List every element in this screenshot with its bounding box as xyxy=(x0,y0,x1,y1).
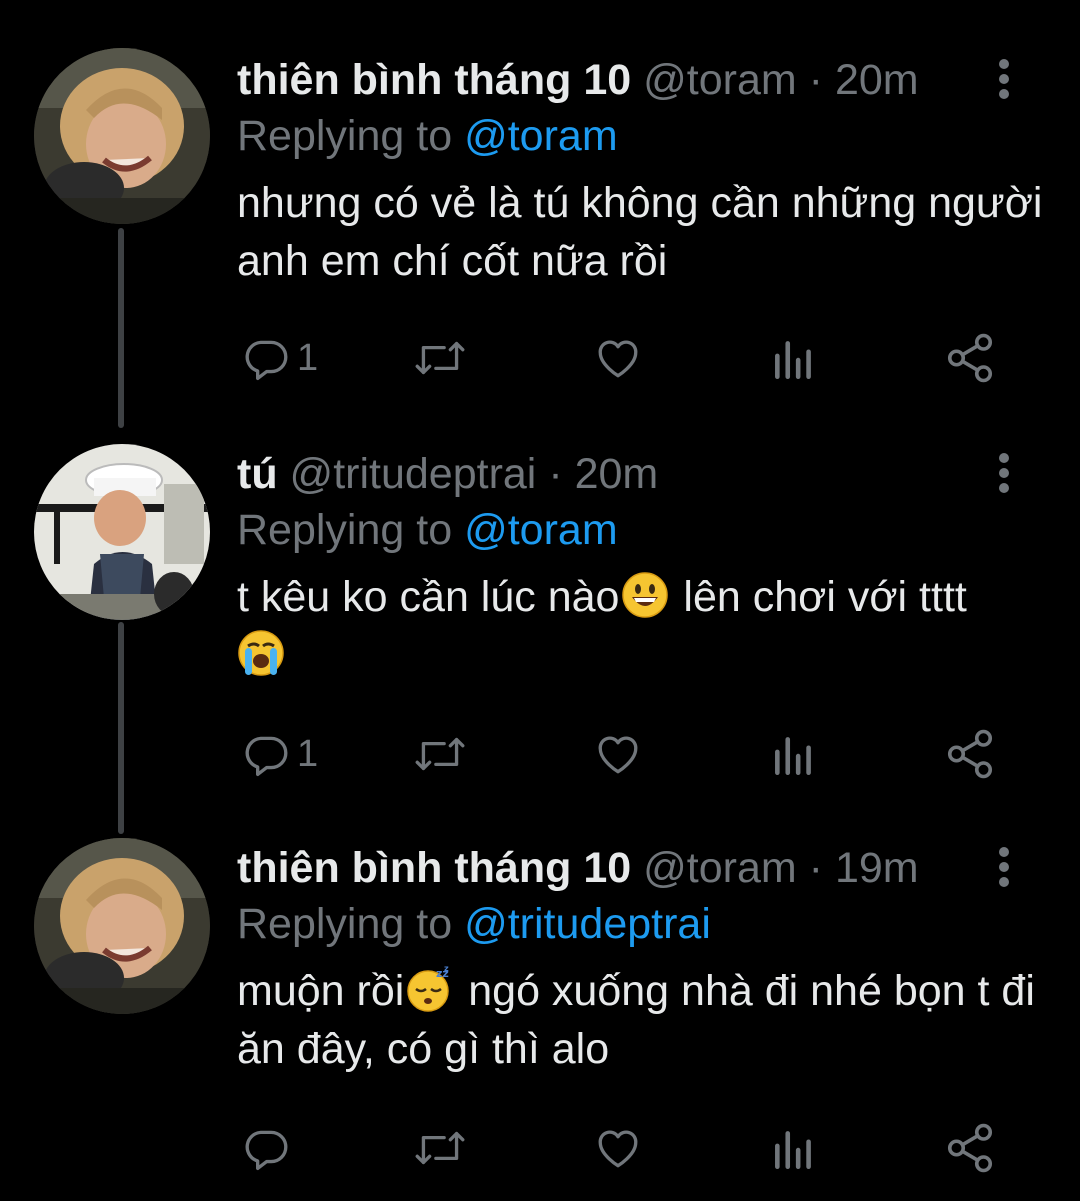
tweet-header: tú @tritudeptrai · 20m xyxy=(237,444,658,504)
analytics-button[interactable] xyxy=(771,1118,817,1178)
share-button[interactable] xyxy=(943,1118,997,1178)
display-name[interactable]: thiên bình tháng 10 xyxy=(237,844,631,892)
like-button[interactable] xyxy=(593,1118,643,1178)
reply-button[interactable] xyxy=(241,1118,297,1178)
separator-dot: · xyxy=(808,844,823,892)
separator-dot: · xyxy=(548,450,563,498)
like-icon xyxy=(593,333,643,383)
retweet-button[interactable] xyxy=(411,328,469,388)
avatar[interactable] xyxy=(34,48,210,224)
replying-to-handle[interactable]: @toram xyxy=(464,506,618,554)
like-icon xyxy=(593,729,643,779)
share-button[interactable] xyxy=(943,724,997,784)
retweet-icon xyxy=(411,1123,469,1173)
retweet-icon xyxy=(411,729,469,779)
replying-to-label: Replying to xyxy=(237,506,465,554)
analytics-icon xyxy=(771,1123,817,1173)
tweet-text-part: t kêu ko cần lúc nào xyxy=(237,573,620,621)
replying-to: Replying to @tritudeptrai xyxy=(237,896,711,952)
analytics-icon xyxy=(771,333,817,383)
reply-count: 1 xyxy=(297,336,319,379)
tweet-actions xyxy=(237,1118,1017,1178)
user-handle[interactable]: @toram xyxy=(643,844,797,892)
timestamp[interactable]: 20m xyxy=(835,56,919,104)
user-handle[interactable]: @toram xyxy=(643,56,797,104)
reply-button[interactable]: 1 xyxy=(241,724,318,784)
avatar[interactable] xyxy=(34,444,210,620)
more-icon[interactable] xyxy=(996,56,1012,102)
timestamp[interactable]: 19m xyxy=(835,844,919,892)
replying-to-label: Replying to xyxy=(237,900,465,948)
tweet-actions: 1 xyxy=(237,724,1017,784)
share-icon xyxy=(943,727,997,781)
tweet-text: nhưng có vẻ là tú không cần những người … xyxy=(237,174,1047,290)
reply-icon xyxy=(241,333,291,383)
like-button[interactable] xyxy=(593,724,643,784)
svg-text:z: z xyxy=(444,965,449,973)
share-icon xyxy=(943,1121,997,1175)
display-name[interactable]: thiên bình tháng 10 xyxy=(237,56,631,104)
loudly-crying-face-icon xyxy=(237,629,285,677)
tweet-content: thiên bình tháng 10 @toram · 19m Replyin… xyxy=(237,838,1040,1188)
reply-icon xyxy=(241,1123,291,1173)
sleeping-face-icon: zz z xyxy=(406,964,454,1013)
user-handle[interactable]: @tritudeptrai xyxy=(290,450,537,498)
more-icon[interactable] xyxy=(996,450,1012,496)
avatar[interactable] xyxy=(34,838,210,1014)
tweet[interactable]: tú @tritudeptrai · 20m Replying to @tora… xyxy=(0,444,1080,794)
separator-dot: · xyxy=(808,56,823,104)
retweet-icon xyxy=(411,333,469,383)
reply-button[interactable]: 1 xyxy=(241,328,318,388)
tweet-content: thiên bình tháng 10 @toram · 20m Replyin… xyxy=(237,50,1042,390)
tweet-header: thiên bình tháng 10 @toram · 19m xyxy=(237,838,919,898)
tweet[interactable]: thiên bình tháng 10 @toram · 20m Replyin… xyxy=(0,48,1080,390)
replying-to: Replying to @toram xyxy=(237,502,618,558)
analytics-icon xyxy=(771,729,817,779)
tweet-text: t kêu ko cần lúc nào lên chơi với tttt xyxy=(237,568,1057,684)
replying-to-handle[interactable]: @toram xyxy=(464,112,618,160)
replying-to: Replying to @toram xyxy=(237,108,618,164)
timestamp[interactable]: 20m xyxy=(575,450,659,498)
tweet-actions: 1 xyxy=(237,328,1017,388)
retweet-button[interactable] xyxy=(411,724,469,784)
retweet-button[interactable] xyxy=(411,1118,469,1178)
tweet-content: tú @tritudeptrai · 20m Replying to @tora… xyxy=(237,444,1040,794)
like-button[interactable] xyxy=(593,328,643,388)
reply-count: 1 xyxy=(297,732,319,775)
analytics-button[interactable] xyxy=(771,328,817,388)
more-icon[interactable] xyxy=(996,844,1012,890)
tweet-text-part: nhưng có vẻ là tú không cần những người … xyxy=(237,179,1043,285)
tweet[interactable]: thiên bình tháng 10 @toram · 19m Replyin… xyxy=(0,838,1080,1188)
replying-to-label: Replying to xyxy=(237,112,465,160)
share-button[interactable] xyxy=(943,328,997,388)
analytics-button[interactable] xyxy=(771,724,817,784)
replying-to-handle[interactable]: @tritudeptrai xyxy=(464,900,711,948)
tweet-text-part: lên chơi với tttt xyxy=(671,573,967,621)
tweet-text-part: muộn rồi xyxy=(237,967,405,1015)
tweet-header: thiên bình tháng 10 @toram · 20m xyxy=(237,50,919,110)
like-icon xyxy=(593,1123,643,1173)
share-icon xyxy=(943,331,997,385)
grinning-face-icon xyxy=(621,571,669,619)
display-name[interactable]: tú xyxy=(237,450,278,498)
tweet-text: muộn rồi zz z ngó xuống nhà đi nhé bọn t đ… xyxy=(237,962,1057,1078)
reply-icon xyxy=(241,729,291,779)
